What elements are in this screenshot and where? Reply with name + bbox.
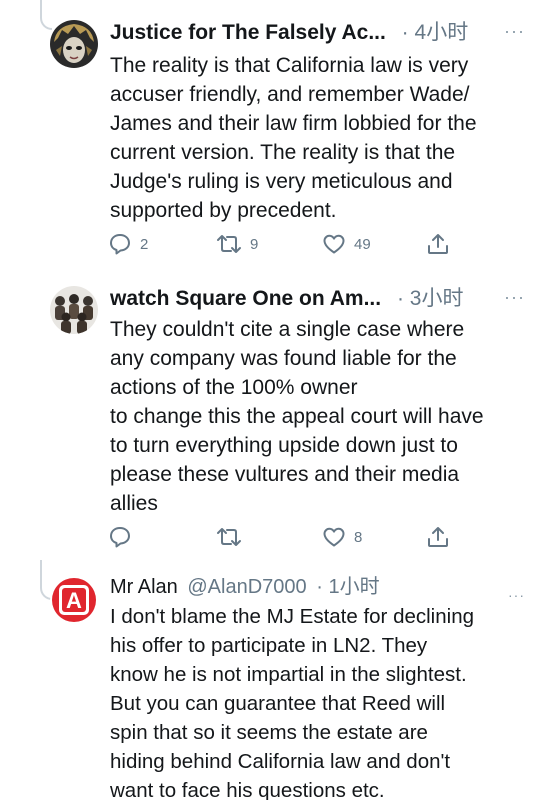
masked-face-avatar[interactable]: [50, 20, 98, 68]
tweet-header: watch Square One on Am... · 3小时 ···: [110, 286, 525, 312]
text-line: his offer to participate in LN2. They: [110, 634, 428, 657]
tweet-text: The reality is that California law is ve…: [110, 51, 527, 225]
text-line: know he is not impartial in the slightes…: [110, 663, 467, 686]
text-line: to turn everything upside down just to: [110, 434, 458, 457]
like-button[interactable]: 8: [322, 524, 362, 550]
text-line: They couldn't cite a single case where: [110, 318, 465, 341]
text-line: want to face his questions etc.: [110, 779, 385, 800]
text-line: spin that so it seems the estate are: [110, 721, 428, 744]
display-name[interactable]: watch Square One on Am...: [110, 287, 381, 310]
retweet-icon: [217, 235, 241, 253]
retweet-count: 9: [250, 235, 259, 253]
separator-dot: ·: [401, 21, 409, 44]
more-options-icon[interactable]: ···: [504, 284, 525, 310]
text-line: The reality is that California law is ve…: [110, 54, 469, 77]
tweet-text: I don't blame the MJ Estate for declinin…: [110, 602, 527, 800]
text-line: hiding behind California law and don't: [110, 750, 451, 773]
timestamp[interactable]: 1小时: [328, 576, 379, 598]
tweet-2[interactable]: watch Square One on Am... · 3小时 ··· They…: [0, 270, 539, 560]
separator-dot: ·: [316, 576, 323, 598]
avatar-letter: A: [66, 588, 82, 613]
share-button[interactable]: [426, 231, 450, 257]
reply-icon: [110, 234, 130, 255]
text-line: any company was found liable for the: [110, 347, 457, 370]
more-options-icon[interactable]: ···: [504, 18, 525, 44]
display-name[interactable]: Justice for The Falsely Ac...: [110, 21, 386, 44]
group-photo-avatar[interactable]: [50, 286, 98, 334]
text-line: Judge's ruling is very meticulous and: [110, 170, 453, 193]
text-line: But you can guarantee that Reed will: [110, 692, 446, 715]
text-line: accuser friendly, and remember Wade/: [110, 83, 470, 106]
like-count: 49: [354, 235, 371, 253]
separator-dot: ·: [396, 287, 404, 310]
text-line: supported by precedent.: [110, 199, 337, 222]
tweet-3[interactable]: A Mr Alan @AlanD7000 · 1小时 ··· I don't b…: [0, 560, 539, 800]
tweet-header: Mr Alan @AlanD7000 · 1小时 ···: [110, 574, 525, 603]
reply-button[interactable]: [108, 524, 140, 550]
display-name[interactable]: Mr Alan: [110, 576, 178, 598]
user-handle[interactable]: @AlanD7000: [187, 576, 306, 598]
tweet-1[interactable]: Justice for The Falsely Ac... · 4小时 ··· …: [0, 0, 539, 270]
tweet-text: They couldn't cite a single case where a…: [110, 315, 527, 518]
heart-icon: [323, 234, 345, 254]
reply-icon: [110, 527, 130, 548]
text-line: allies: [110, 492, 158, 515]
reply-button[interactable]: 2: [108, 231, 148, 257]
tweet-header: Justice for The Falsely Ac... · 4小时 ···: [110, 20, 525, 46]
share-button[interactable]: [426, 524, 450, 550]
text-line: I don't blame the MJ Estate for declinin…: [110, 605, 474, 628]
text-line: to change this the appeal court will hav…: [110, 405, 484, 428]
timestamp[interactable]: 3小时: [410, 287, 464, 310]
like-button[interactable]: 49: [322, 231, 371, 257]
like-count: 8: [354, 528, 363, 546]
retweet-button[interactable]: 9: [216, 231, 258, 257]
retweet-icon: [217, 528, 241, 546]
share-icon: [428, 234, 448, 254]
red-letter-a-avatar[interactable]: A: [50, 576, 98, 624]
tweet-actions: 2 9 49: [108, 231, 468, 257]
timestamp[interactable]: 4小时: [415, 21, 469, 44]
retweet-button[interactable]: [216, 524, 250, 550]
text-line: James and their law firm lobbied for the: [110, 112, 477, 135]
text-line: current version. The reality is that the: [110, 141, 456, 164]
share-icon: [428, 527, 448, 547]
text-line: actions of the 100% owner: [110, 376, 358, 399]
reply-count: 2: [140, 235, 149, 253]
heart-icon: [323, 527, 345, 547]
tweet-actions: 8: [108, 524, 468, 550]
text-line: please these vultures and their media: [110, 463, 460, 486]
